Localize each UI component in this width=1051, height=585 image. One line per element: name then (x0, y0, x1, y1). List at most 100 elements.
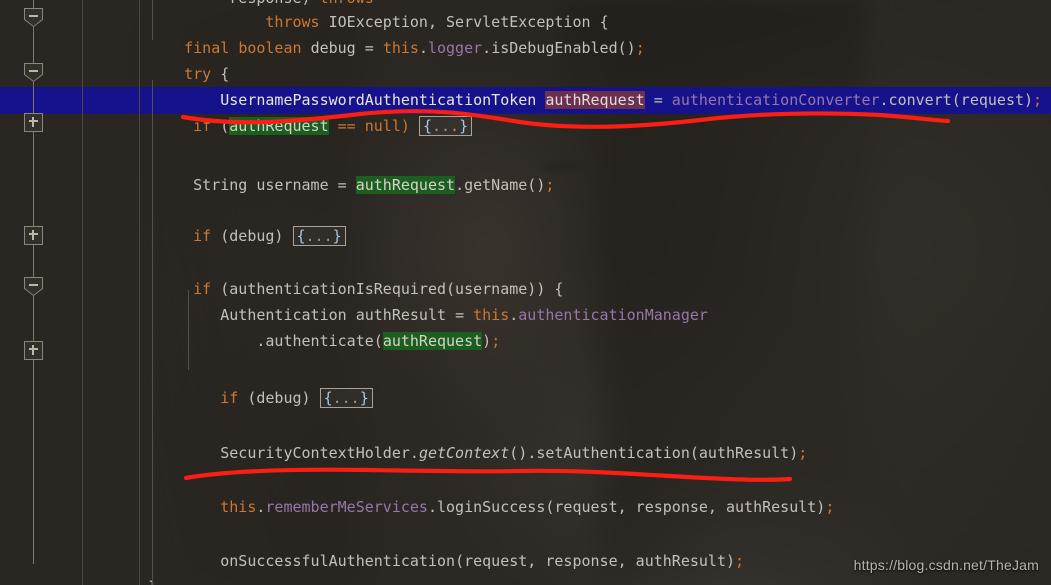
token-brace-open: { (599, 13, 609, 31)
token-brace-open: { (220, 65, 230, 83)
folded-dots: ... (431, 117, 460, 135)
token-request-arg: request (960, 91, 1025, 109)
token-paren-open: ( (951, 91, 961, 109)
code-line-active[interactable]: UsernamePasswordAuthenticationToken auth… (0, 88, 1051, 114)
folded-dots: ... (332, 389, 360, 407)
token-authenticationmanager: authenticationManager (518, 306, 708, 324)
token-isdebugenabled: isDebugEnabled() (491, 39, 636, 57)
token-paren-close: ) (518, 444, 528, 462)
token-if: if (193, 117, 212, 135)
token-paren-close: ) (482, 332, 492, 350)
token-paren-close: ) (1024, 91, 1034, 109)
folded-brace-open: { (422, 117, 432, 135)
token-upat-type: UsernamePasswordAuthenticationToken (220, 91, 537, 109)
token-paren-open: ( (220, 117, 230, 135)
token-ioexception: IOException, (328, 13, 437, 31)
token-semicolon: ; (545, 176, 555, 194)
token-equals: = (364, 39, 374, 57)
code-line[interactable]: if (debug) {...} (0, 386, 1051, 412)
token-remembermeservices: rememberMeServices (265, 498, 428, 516)
token-paren-open: ( (689, 444, 699, 462)
token-dot: . (427, 498, 437, 516)
token-semicolon: ; (635, 39, 645, 57)
token-paren-open: ( (373, 332, 383, 350)
token-semicolon: ; (798, 444, 808, 462)
indent-guide (188, 290, 189, 370)
token-if: if (193, 227, 212, 245)
code-line[interactable]: if (authRequest == null) {...} (0, 114, 1051, 140)
code-line[interactable]: if (debug) {...} (0, 224, 1051, 250)
indent-guide (152, 0, 153, 40)
code-line[interactable]: String username = authRequest.getName(); (0, 173, 1051, 199)
code-line[interactable]: .authenticate(authRequest); (0, 329, 1051, 355)
token-dot: . (509, 306, 519, 324)
token-equals: = (653, 91, 663, 109)
token-dot: . (527, 444, 537, 462)
token-getname: getName() (464, 176, 546, 194)
token-this: this (382, 39, 419, 57)
code-editor[interactable]: response) throws throws IOException, Ser… (0, 0, 1051, 585)
code-line[interactable]: } (0, 575, 1051, 585)
folded-brace-close: } (332, 227, 342, 245)
token-loginsuccess-args: request, response, authResult) (554, 498, 826, 516)
token-authentication-type: Authentication (220, 306, 347, 324)
token-getcontext: getContext (418, 444, 510, 462)
code-line[interactable]: throws IOException, ServletException { (0, 10, 1051, 36)
token-paren-open: ( (455, 552, 465, 570)
token-authresult-arg: authResult (698, 444, 790, 462)
token-onsuccessfulauthentication: onSuccessfulAuthentication (220, 552, 456, 570)
token-throws: throws (265, 13, 320, 31)
token-dot: . (482, 39, 492, 57)
token-semicolon: ; (825, 498, 835, 516)
token-dot: . (418, 39, 428, 57)
token-convert: convert (888, 91, 952, 109)
token-try: try (184, 65, 212, 83)
token-throws: throws (320, 0, 374, 7)
token-null-compare: == null) (337, 117, 410, 135)
token-if: if (220, 389, 239, 407)
token-authresult-var: authResult (355, 306, 447, 324)
folded-brace-open: { (323, 389, 333, 407)
code-line[interactable]: this.rememberMeServices.loginSuccess(req… (0, 495, 1051, 521)
token-string-type: String (193, 176, 248, 194)
token-paren-open: ( (509, 444, 519, 462)
token-if: if (193, 280, 212, 298)
token-this: this (220, 498, 257, 516)
token-boolean: boolean (238, 39, 302, 57)
token-logger: logger (427, 39, 483, 57)
folded-brace-close: } (459, 117, 469, 135)
token-dot: . (455, 176, 465, 194)
token-final: final (184, 39, 230, 57)
code-line[interactable]: if (authenticationIsRequired(username)) … (0, 277, 1051, 303)
token-setauthentication: setAuthentication (536, 444, 690, 462)
token-response: response) (229, 0, 310, 7)
folded-block-placeholder[interactable]: {...} (292, 226, 346, 246)
folded-dots: ... (305, 227, 333, 245)
token-debug-cond: (debug) (220, 227, 284, 245)
code-line[interactable]: Authentication authResult = this.authent… (0, 303, 1051, 329)
token-authenticationconverter: authenticationConverter (671, 91, 880, 109)
token-securitycontextholder: SecurityContextHolder (220, 444, 410, 462)
token-authrequest-match: authRequest (355, 176, 456, 194)
folded-block-placeholder[interactable]: {...} (319, 388, 373, 408)
token-this: this (473, 306, 510, 324)
code-line[interactable]: SecurityContextHolder.getContext().setAu… (0, 441, 1051, 467)
blog-watermark: https://blog.csdn.net/TheJam (853, 557, 1039, 573)
code-content[interactable]: response) throws throws IOException, Ser… (0, 0, 1051, 585)
token-semicolon: ; (491, 332, 501, 350)
token-onsuccess-args: request, response, authResult) (464, 552, 736, 570)
code-line[interactable]: try { (0, 62, 1051, 88)
folded-brace-close: } (359, 389, 369, 407)
code-line[interactable]: final boolean debug = this.logger.isDebu… (0, 36, 1051, 62)
token-debug-var: debug (310, 39, 356, 57)
folded-brace-open: { (296, 227, 306, 245)
token-authrequest-match: authRequest (229, 117, 329, 135)
token-dot: . (879, 91, 889, 109)
token-authrequest-match: authRequest (382, 332, 483, 350)
token-username-var: username (256, 176, 329, 194)
token-equals: = (337, 176, 347, 194)
folded-block-placeholder[interactable]: {...} (418, 116, 473, 136)
token-loginsuccess: loginSuccess (437, 498, 546, 516)
token-equals: = (455, 306, 465, 324)
token-paren-close: ) (789, 444, 799, 462)
